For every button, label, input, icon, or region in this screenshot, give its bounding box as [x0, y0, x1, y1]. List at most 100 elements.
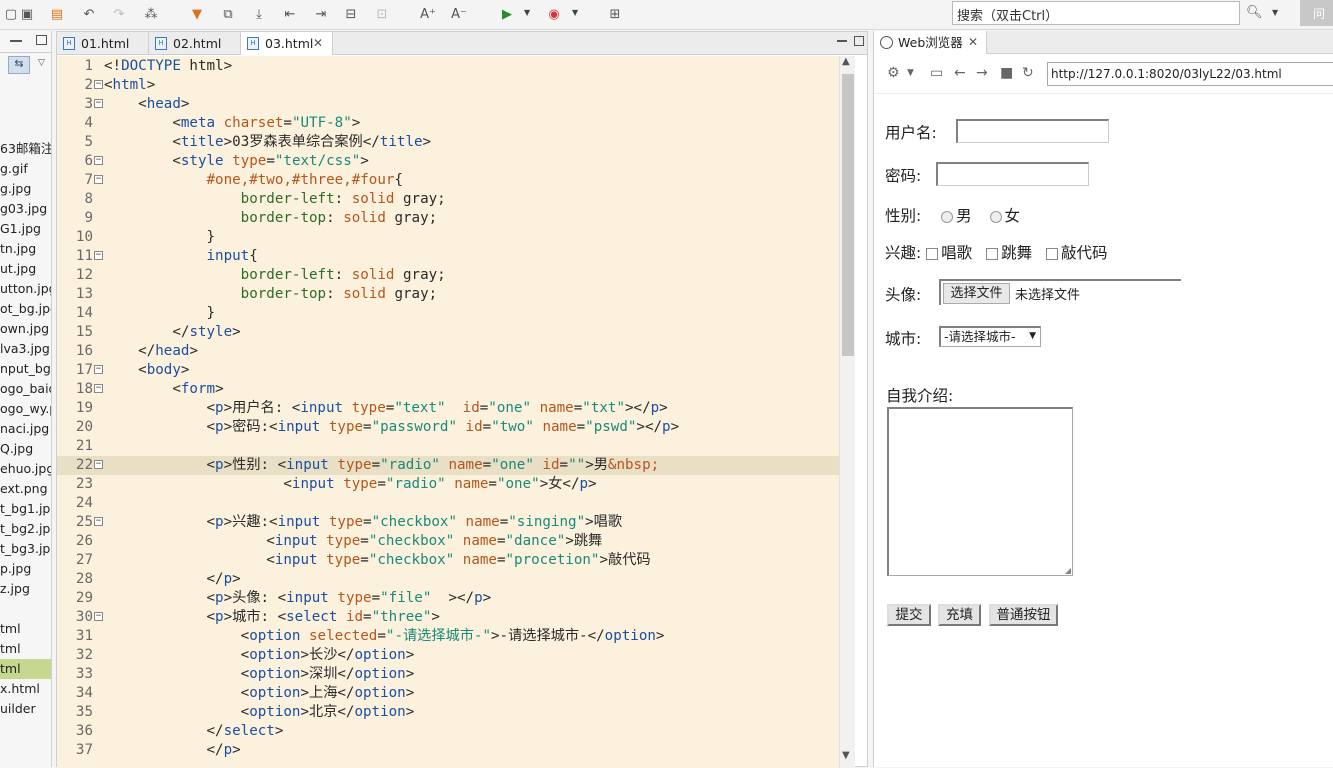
code-line[interactable]: 18− <form> [57, 380, 839, 399]
gender-female-radio[interactable] [989, 210, 1002, 223]
file-list-item[interactable]: G1.jpg [0, 219, 51, 239]
code-line[interactable]: 10 } [57, 228, 839, 247]
file-list-item[interactable]: t_bg2.jpg [0, 519, 51, 539]
intro-textarea[interactable]: ◢ [887, 407, 1073, 576]
code-line[interactable]: 13 border-top: solid gray; [57, 285, 839, 304]
file-list-item[interactable]: nput_bg.jpg [0, 359, 51, 379]
code-line[interactable]: 30− <p>城市: <select id="three"> [57, 608, 839, 627]
editor-vertical-scrollbar[interactable]: ▲ ▼ [839, 56, 855, 768]
save-all-icon[interactable]: ▤ [48, 5, 66, 23]
comment-icon[interactable]: ⊟ [342, 5, 360, 23]
file-list-item[interactable]: tml [0, 619, 51, 639]
indent-right-icon[interactable]: ⇥ [312, 5, 330, 23]
scroll-down-icon[interactable]: ▼ [842, 750, 850, 761]
code-line[interactable]: 3− <head> [57, 95, 839, 114]
code-line[interactable]: 12 border-left: solid gray; [57, 266, 839, 285]
file-list-item[interactable] [0, 599, 51, 619]
redo-icon[interactable]: ↷ [110, 5, 128, 23]
minimize-icon[interactable] [837, 34, 847, 42]
file-list-item[interactable]: own.jpg [0, 319, 51, 339]
file-list-item[interactable]: x.html [0, 679, 51, 699]
code-line[interactable]: 4 <meta charset="UTF-8"> [57, 114, 839, 133]
run-icon[interactable]: ▶ [498, 5, 516, 23]
code-line[interactable]: 32 <option>长沙</option> [57, 646, 839, 665]
fold-toggle-icon[interactable]: − [94, 251, 103, 260]
tab-03-html[interactable]: H 03.html ✕ [241, 32, 333, 55]
tab-02-html[interactable]: H 02.html [149, 32, 241, 55]
file-list-item[interactable]: uilder [0, 699, 51, 719]
code-line[interactable]: 17− <body> [57, 361, 839, 380]
submit-button[interactable]: 提交 [887, 604, 931, 626]
fold-toggle-icon[interactable]: − [94, 365, 103, 374]
undo-icon[interactable]: ↶ [80, 5, 98, 23]
coding-checkbox[interactable] [1045, 247, 1058, 260]
code-line[interactable]: 21 [57, 437, 839, 456]
file-list-item[interactable]: ot_bg.jpg [0, 299, 51, 319]
code-line[interactable]: 31 <option selected="-请选择城市-">-请选择城市-</o… [57, 627, 839, 646]
view-menu-icon[interactable]: ▽ [38, 58, 45, 68]
file-list-item[interactable]: utton.jpg [0, 279, 51, 299]
code-line[interactable]: 15 </style> [57, 323, 839, 342]
gender-male-radio[interactable] [941, 210, 954, 223]
indent-left-icon[interactable]: ⇤ [281, 5, 299, 23]
resize-grip-icon[interactable]: ◢ [1065, 566, 1071, 575]
code-line[interactable]: 20 <p>密码:<input type="password" id="two"… [57, 418, 839, 437]
code-line[interactable]: 28 </p> [57, 570, 839, 589]
code-line[interactable]: 14 } [57, 304, 839, 323]
code-line[interactable]: 8 border-left: solid gray; [57, 190, 839, 209]
fold-toggle-icon[interactable]: − [94, 99, 103, 108]
tab-01-html[interactable]: H 01.html [57, 32, 149, 55]
font-decrease-icon[interactable]: A⁻ [450, 5, 468, 23]
code-line[interactable]: 5 <title>03罗森表单综合案例</title> [57, 133, 839, 152]
singing-checkbox[interactable] [926, 247, 939, 260]
file-list-item[interactable]: g.gif [0, 159, 51, 179]
import-icon[interactable]: ⤓ [250, 5, 268, 23]
fold-toggle-icon[interactable]: − [94, 80, 103, 89]
code-line[interactable]: 22− <p>性别: <input type="radio" name="one… [57, 456, 839, 475]
normal-button[interactable]: 普通按钮 [989, 604, 1058, 626]
fold-toggle-icon[interactable]: − [94, 460, 103, 469]
username-input[interactable] [956, 119, 1109, 143]
file-list-item[interactable]: t_bg3.jpg [0, 539, 51, 559]
code-line[interactable]: 2− <html> [57, 76, 839, 95]
browser-dropdown-icon[interactable]: ▼ [572, 8, 578, 17]
file-list-item[interactable]: ext.png [0, 479, 51, 499]
search-input[interactable]: 搜索（双击Ctrl） [952, 1, 1240, 25]
ask-button[interactable]: 问 [1300, 0, 1333, 26]
file-list-item[interactable]: lva3.jpg [0, 339, 51, 359]
code-line[interactable]: 1 <!DOCTYPE html> [57, 57, 839, 76]
font-increase-icon[interactable]: A⁺ [419, 5, 437, 23]
choose-file-button[interactable]: 选择文件 [943, 283, 1010, 304]
file-list-item[interactable]: 63邮箱注册 [0, 139, 51, 159]
code-line[interactable]: 27 <input type="checkbox" name="procetio… [57, 551, 839, 570]
maximize-icon[interactable] [36, 35, 47, 45]
file-list-item[interactable]: ogo_baidu [0, 379, 51, 399]
code-line[interactable]: 24 [57, 494, 839, 513]
fold-toggle-icon[interactable]: − [94, 384, 103, 393]
search-icon[interactable]: 🔍︎ [1246, 5, 1263, 20]
stop-icon[interactable]: ■ [1000, 65, 1013, 81]
code-area[interactable]: 1 <!DOCTYPE html> 2− <html> 3− <head> 4 <meta… [57, 56, 839, 768]
back-icon[interactable]: ← [954, 65, 966, 81]
file-list-item[interactable]: tn.jpg [0, 239, 51, 259]
file-list-item[interactable]: Q.jpg [0, 439, 51, 459]
tab-web-browser[interactable]: Web浏览器 ✕ [874, 31, 987, 54]
file-list-item[interactable]: tml [0, 659, 51, 679]
code-line[interactable]: 26 <input type="checkbox" name="dance">跳… [57, 532, 839, 551]
fold-toggle-icon[interactable]: − [94, 612, 103, 621]
fold-toggle-icon[interactable]: − [94, 517, 103, 526]
code-line[interactable]: 19 <p>用户名: <input type="text" id="one" n… [57, 399, 839, 418]
close-tab-icon[interactable]: ✕ [968, 31, 978, 54]
file-list-item[interactable]: z.jpg [0, 579, 51, 599]
city-select[interactable]: -请选择城市- ▼ [939, 326, 1041, 347]
maximize-icon[interactable] [854, 36, 864, 46]
open-file-icon[interactable]: ⧉ [219, 5, 237, 23]
code-line[interactable]: 16 </head> [57, 342, 839, 361]
scrollbar-thumb[interactable] [842, 74, 854, 356]
file-list-item[interactable]: p.jpg [0, 559, 51, 579]
code-line[interactable]: 33 <option>深圳</option> [57, 665, 839, 684]
fold-toggle-icon[interactable]: − [94, 156, 103, 165]
file-list-item[interactable]: g.jpg [0, 179, 51, 199]
link-editor-icon[interactable]: ⇆ [8, 56, 30, 74]
uncomment-icon[interactable]: ⊡ [373, 5, 391, 23]
